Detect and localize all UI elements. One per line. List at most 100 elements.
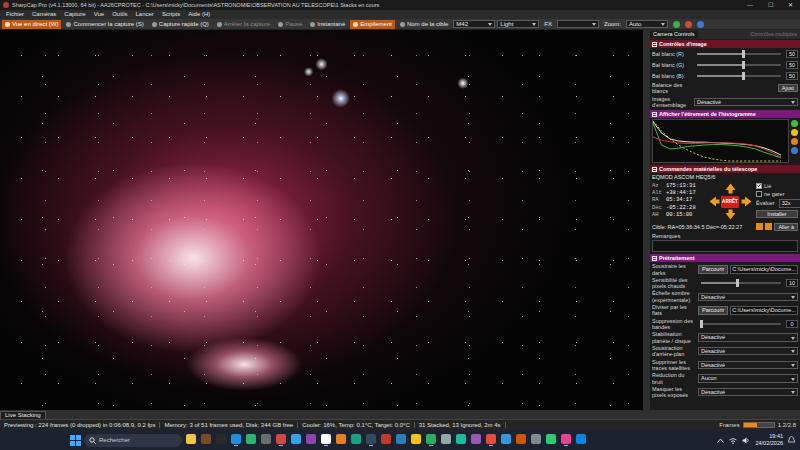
toolbar-button[interactable]: Pause (275, 20, 305, 29)
menu-item[interactable]: Capture (60, 11, 89, 18)
browse-button[interactable]: Parcourir (698, 265, 728, 273)
toolbar-button[interactable]: Commencer la capture (S) (63, 20, 146, 29)
taskbar-app[interactable] (215, 434, 227, 446)
file-path[interactable]: C:\Users\micky\Docume... (730, 306, 798, 314)
slider-thumb[interactable] (742, 61, 745, 69)
setup-button[interactable]: Installer (756, 210, 798, 218)
taskbar-app[interactable] (350, 434, 362, 446)
section-header[interactable]: Prétraitement (650, 254, 800, 262)
stop-button[interactable]: ARRÊT (721, 196, 739, 208)
info-icon[interactable] (791, 120, 798, 127)
auto-stretch-icon[interactable] (791, 129, 798, 136)
taskbar-app[interactable] (320, 434, 332, 446)
control-dropdown[interactable]: Désactivé (698, 333, 798, 341)
search-input[interactable] (99, 437, 177, 443)
toolbar-dropdown[interactable]: M42 (453, 20, 495, 29)
taskbar-app[interactable] (380, 434, 392, 446)
slider-track[interactable] (697, 64, 781, 66)
section-header[interactable]: Afficher l'étirement de l'histogramme (650, 110, 800, 118)
toolbar-button[interactable]: Nom de la cible (397, 20, 451, 29)
control-dropdown[interactable]: Désactivé (698, 293, 798, 301)
arrow-icon[interactable] (709, 196, 720, 207)
notification-icon[interactable] (788, 436, 795, 444)
control-dropdown[interactable]: Aucun (698, 374, 798, 382)
histogram-chart[interactable] (652, 119, 789, 163)
taskbar-app[interactable] (290, 434, 302, 446)
taskbar-app[interactable] (530, 434, 542, 446)
control-dropdown[interactable]: Désactivé (698, 388, 798, 396)
taskbar-app[interactable] (230, 434, 242, 446)
taskbar-app[interactable] (425, 434, 437, 446)
taskbar-app[interactable] (395, 434, 407, 446)
taskbar-app[interactable] (575, 434, 587, 446)
clock[interactable]: 19:4124/02/2026 (755, 433, 783, 446)
sync-icon[interactable] (756, 223, 763, 230)
arrow-icon[interactable] (725, 209, 736, 220)
taskbar-app[interactable] (305, 434, 317, 446)
taskbar-app[interactable] (440, 434, 452, 446)
slider-thumb[interactable] (736, 279, 739, 287)
slider-track[interactable] (697, 53, 781, 55)
menu-item[interactable]: Lancer (132, 11, 158, 18)
toolbar-button[interactable]: Capture rapide (Q) (149, 20, 212, 29)
chevron-up-icon[interactable] (717, 438, 724, 443)
taskbar-app[interactable] (485, 434, 497, 446)
control-dropdown[interactable]: Désactivé (698, 347, 798, 355)
window-control-button[interactable]: — (740, 2, 760, 9)
value-box[interactable]: 50 (786, 50, 798, 58)
value-box[interactable]: 50 (786, 61, 798, 69)
adjust-button[interactable]: Ajust (778, 84, 798, 92)
rate-dropdown[interactable]: 32x (779, 199, 800, 207)
taskbar-app[interactable] (185, 434, 197, 446)
help-icon[interactable] (697, 21, 704, 28)
arrow-icon[interactable] (725, 183, 736, 194)
slider-thumb[interactable] (742, 72, 745, 80)
taskbar-app[interactable] (245, 434, 257, 446)
live-stacking-tab[interactable]: Live Stacking (0, 411, 46, 419)
windows-start-icon[interactable] (70, 435, 81, 446)
slider-track[interactable] (697, 75, 781, 77)
control-dropdown[interactable]: Désactivé (698, 361, 798, 369)
taskbar-app[interactable] (200, 434, 212, 446)
checkbox[interactable]: Lié (756, 183, 798, 189)
volume-icon[interactable] (742, 437, 750, 444)
toolbar-button[interactable]: Empilement (350, 20, 395, 29)
toolbar-dropdown[interactable] (557, 20, 599, 28)
menu-item[interactable]: Vue (90, 11, 108, 18)
taskbar-app[interactable] (545, 434, 557, 446)
panel-tab[interactable]: Contrôles multiples (747, 31, 800, 37)
window-control-button[interactable]: ☐ (760, 2, 780, 9)
toolbar-button[interactable]: Vue en direct (W) (2, 20, 61, 29)
zoom-fit-icon[interactable] (673, 21, 680, 28)
collapse-icon[interactable] (652, 256, 657, 261)
collapse-icon[interactable] (652, 112, 657, 117)
taskbar-app[interactable] (410, 434, 422, 446)
section-header[interactable]: Contrôles d'image (650, 40, 800, 48)
section-header[interactable]: Commandes matérielles du télescope (650, 165, 800, 173)
taskbar-app[interactable] (335, 434, 347, 446)
checkbox-box[interactable] (756, 191, 762, 197)
menu-item[interactable]: Scripts (158, 11, 184, 18)
browse-button[interactable]: Parcourir (698, 306, 728, 314)
taskbar-app[interactable] (470, 434, 482, 446)
down-icon[interactable] (765, 223, 772, 230)
taskbar-app[interactable] (260, 434, 272, 446)
menu-item[interactable]: Aide (H) (184, 11, 214, 18)
taskbar-app[interactable] (455, 434, 467, 446)
taskbar-app[interactable] (365, 434, 377, 446)
reset-icon[interactable] (791, 138, 798, 145)
menu-item[interactable]: Outils (108, 11, 131, 18)
taskbar-app[interactable] (275, 434, 287, 446)
slider-thumb[interactable] (742, 50, 745, 58)
arrow-icon[interactable] (741, 196, 752, 207)
value-box[interactable]: 0 (786, 320, 798, 328)
toolbar-dropdown[interactable]: Light (497, 20, 539, 29)
slider-thumb[interactable] (700, 320, 703, 328)
checkbox[interactable]: ne garer (756, 191, 798, 197)
value-box[interactable]: 10 (786, 279, 798, 287)
toolbar-dropdown[interactable]: Auto (626, 20, 668, 29)
toolbar-button[interactable]: Instantané (307, 20, 348, 29)
taskbar-app[interactable] (500, 434, 512, 446)
toolbar-button[interactable]: Arrêter la capture (214, 20, 273, 29)
goto-button[interactable]: Aller à (774, 223, 798, 231)
